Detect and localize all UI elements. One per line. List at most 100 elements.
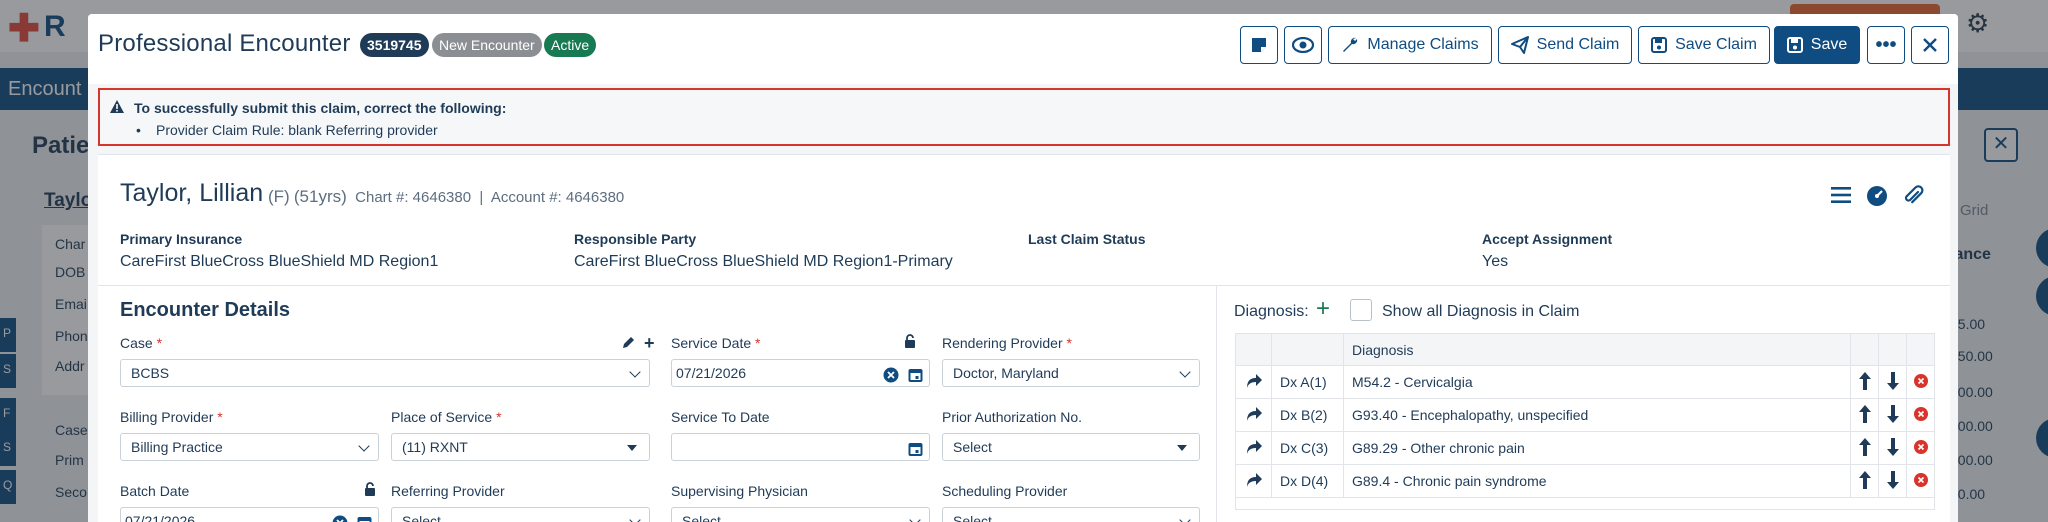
calendar-icon[interactable] [908,365,923,391]
rendering-provider-select[interactable]: Doctor, Maryland [942,359,1200,387]
show-all-diagnosis-label: Show all Diagnosis in Claim [1382,303,1580,320]
remove-icon[interactable] [1906,464,1935,498]
header-cell [1850,333,1879,366]
place-of-service-select[interactable]: (11) RXNT [391,433,650,461]
wrench-icon [1341,36,1359,54]
manage-claims-button[interactable]: Manage Claims [1328,26,1492,64]
chevron-down-icon [629,366,641,378]
clear-icon[interactable] [332,513,348,522]
send-claim-label: Send Claim [1536,36,1620,53]
table-row[interactable]: Dx A(1) M54.2 - Cervicalgia [1235,365,1935,399]
diagnosis-code: M54.2 - Cervicalgia [1343,365,1851,399]
paperclip-icon[interactable] [1902,185,1924,212]
plus-icon[interactable]: + [644,333,655,354]
unlock-icon[interactable] [904,334,916,353]
arrow-down-icon[interactable] [1878,431,1907,465]
validation-alert: To successfully submit this claim, corre… [98,88,1950,146]
diagnosis-code: G93.40 - Encephalopathy, unspecified [1343,398,1851,432]
supervising-physician-select[interactable]: Select [671,507,930,522]
close-modal-button[interactable] [1911,26,1949,64]
table-row[interactable]: Dx C(3) G89.29 - Other chronic pain [1235,431,1935,465]
pencil-icon[interactable] [622,335,636,354]
go-to-icon[interactable] [1235,464,1272,498]
ellipsis-icon: ••• [1875,34,1897,56]
send-claim-button[interactable]: Send Claim [1498,26,1632,64]
menu-icon[interactable] [1830,185,1852,212]
calendar-icon[interactable] [908,439,923,465]
dx-pointer: Dx C(3) [1271,431,1344,465]
arrow-up-icon[interactable] [1850,365,1879,399]
prior-authorization-value: Select [953,439,992,455]
chevron-down-icon [1179,514,1191,522]
diagnosis-code: G89.4 - Chronic pain syndrome [1343,464,1851,498]
warning-icon [110,100,124,118]
table-row[interactable]: Dx B(2) G93.40 - Encephalopathy, unspeci… [1235,398,1935,432]
unlock-icon[interactable] [364,482,376,501]
chevron-down-icon [358,440,370,452]
diagnosis-table: Diagnosis Dx A(1) M54.2 - Cervicalgia Dx… [1235,333,1935,510]
arrow-up-icon[interactable] [1850,431,1879,465]
patient-account-number: Account #: 4646380 [490,189,625,206]
diagnosis-label: Diagnosis: [1234,303,1309,320]
supervising-physician-value: Select [682,513,721,522]
table-row[interactable]: Dx D(4) G89.4 - Chronic pain syndrome [1235,464,1935,498]
arrow-down-icon[interactable] [1878,398,1907,432]
service-date-field[interactable]: 07/21/2026 [671,359,930,387]
remove-icon[interactable] [1906,431,1935,465]
go-to-icon[interactable] [1235,365,1272,399]
header-cell [1906,333,1935,366]
go-to-icon[interactable] [1235,398,1272,432]
eye-icon [1292,37,1314,53]
more-options-button[interactable]: ••• [1867,26,1905,64]
go-to-icon[interactable] [1235,431,1272,465]
professional-encounter-modal: Professional Encounter 3519745 New Encou… [88,14,1958,522]
calendar-icon[interactable] [357,513,372,522]
patient-actions [1830,185,1924,212]
prior-authorization-select[interactable]: Select [942,433,1200,461]
patient-meta: (F) (51yrs) Chart #: 4646380 | Account #… [268,187,624,207]
case-select[interactable]: BCBS [120,359,650,387]
dx-pointer: Dx B(2) [1271,398,1344,432]
save-label: Save [1810,36,1848,53]
prior-authorization-label: Prior Authorization No. [942,409,1083,425]
batch-date-field[interactable]: 07/21/2026 [120,507,379,522]
service-date-value: 07/21/2026 [676,365,747,381]
arrow-up-icon[interactable] [1850,398,1879,432]
arrow-down-icon[interactable] [1878,365,1907,399]
alert-item: Provider Claim Rule: blank Referring pro… [136,122,438,138]
column-divider [1216,286,1217,522]
remove-icon[interactable] [1906,365,1935,399]
service-to-date-field[interactable] [671,433,930,461]
remove-icon[interactable] [1906,398,1935,432]
floppy-disk-icon [1651,37,1668,53]
accept-assignment-label: Accept Assignment [1482,231,1613,247]
alert-title: To successfully submit this claim, corre… [134,100,507,116]
billing-provider-label: Billing Provider * [120,409,223,425]
save-button[interactable]: Save [1774,26,1860,64]
empty-cell [1235,497,1935,510]
case-label: Case * [120,335,163,351]
save-claim-label: Save Claim [1675,36,1757,53]
arrow-down-icon[interactable] [1878,464,1907,498]
billing-provider-select[interactable]: Billing Practice [120,433,379,461]
modal-header: Professional Encounter 3519745 New Encou… [88,14,1958,84]
paper-plane-icon [1510,36,1529,54]
primary-insurance-label: Primary Insurance [120,231,243,247]
scheduling-provider-value: Select [953,513,992,522]
service-date-label: Service Date * [671,335,761,351]
header-cell [1878,333,1907,366]
referring-provider-select[interactable]: Select [391,507,650,522]
diagnosis-code: G89.29 - Other chronic pain [1343,431,1851,465]
preview-button[interactable] [1284,26,1322,64]
arrow-up-icon[interactable] [1850,464,1879,498]
modal-title: Professional Encounter [98,30,351,57]
show-all-diagnosis-checkbox[interactable] [1350,299,1372,321]
add-diagnosis-button[interactable]: + [1316,295,1330,323]
save-claim-button[interactable]: Save Claim [1638,26,1770,64]
meta-separator: | [479,189,484,206]
dashboard-gauge-icon[interactable] [1866,185,1888,212]
clear-icon[interactable] [883,365,899,391]
notes-button[interactable] [1240,26,1278,64]
scheduling-provider-select[interactable]: Select [942,507,1200,522]
scheduling-provider-label: Scheduling Provider [942,483,1068,499]
